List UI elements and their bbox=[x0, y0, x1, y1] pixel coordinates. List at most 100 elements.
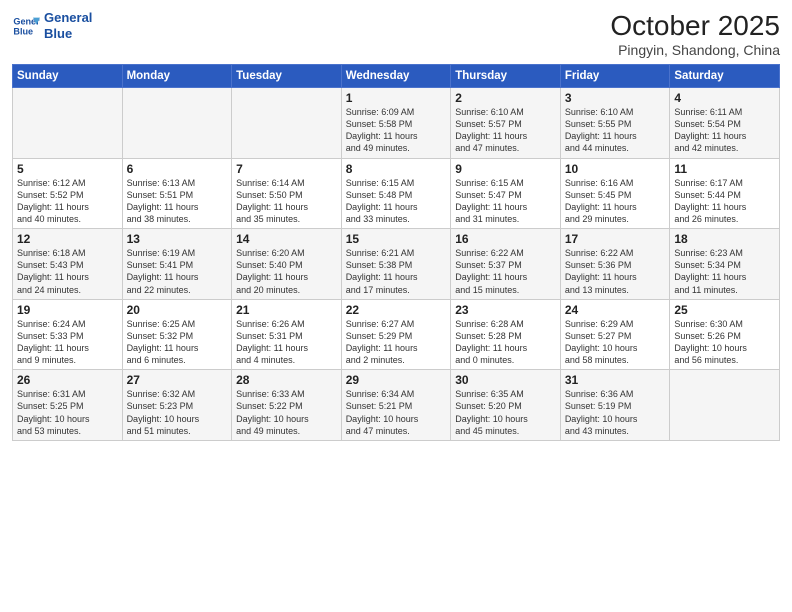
day-info: Sunrise: 6:26 AM Sunset: 5:31 PM Dayligh… bbox=[236, 318, 337, 367]
day-info: Sunrise: 6:30 AM Sunset: 5:26 PM Dayligh… bbox=[674, 318, 775, 367]
calendar-cell: 10Sunrise: 6:16 AM Sunset: 5:45 PM Dayli… bbox=[560, 158, 670, 229]
calendar-cell: 15Sunrise: 6:21 AM Sunset: 5:38 PM Dayli… bbox=[341, 229, 451, 300]
day-number: 25 bbox=[674, 303, 775, 317]
day-info: Sunrise: 6:35 AM Sunset: 5:20 PM Dayligh… bbox=[455, 388, 556, 437]
day-info: Sunrise: 6:22 AM Sunset: 5:37 PM Dayligh… bbox=[455, 247, 556, 296]
day-number: 19 bbox=[17, 303, 118, 317]
day-info: Sunrise: 6:32 AM Sunset: 5:23 PM Dayligh… bbox=[127, 388, 228, 437]
logo-text-blue: Blue bbox=[44, 26, 92, 42]
day-number: 9 bbox=[455, 162, 556, 176]
weekday-header-monday: Monday bbox=[122, 65, 232, 88]
day-number: 29 bbox=[346, 373, 447, 387]
day-info: Sunrise: 6:15 AM Sunset: 5:47 PM Dayligh… bbox=[455, 177, 556, 226]
calendar-cell: 5Sunrise: 6:12 AM Sunset: 5:52 PM Daylig… bbox=[13, 158, 123, 229]
day-info: Sunrise: 6:31 AM Sunset: 5:25 PM Dayligh… bbox=[17, 388, 118, 437]
day-number: 13 bbox=[127, 232, 228, 246]
logo-icon: General Blue bbox=[12, 12, 40, 40]
day-info: Sunrise: 6:09 AM Sunset: 5:58 PM Dayligh… bbox=[346, 106, 447, 155]
calendar-cell: 17Sunrise: 6:22 AM Sunset: 5:36 PM Dayli… bbox=[560, 229, 670, 300]
calendar-cell: 23Sunrise: 6:28 AM Sunset: 5:28 PM Dayli… bbox=[451, 299, 561, 370]
day-info: Sunrise: 6:33 AM Sunset: 5:22 PM Dayligh… bbox=[236, 388, 337, 437]
week-row-2: 5Sunrise: 6:12 AM Sunset: 5:52 PM Daylig… bbox=[13, 158, 780, 229]
calendar-cell: 9Sunrise: 6:15 AM Sunset: 5:47 PM Daylig… bbox=[451, 158, 561, 229]
calendar-cell: 24Sunrise: 6:29 AM Sunset: 5:27 PM Dayli… bbox=[560, 299, 670, 370]
day-number: 18 bbox=[674, 232, 775, 246]
header: General Blue General Blue October 2025 P… bbox=[12, 10, 780, 58]
day-number: 2 bbox=[455, 91, 556, 105]
day-number: 20 bbox=[127, 303, 228, 317]
day-info: Sunrise: 6:19 AM Sunset: 5:41 PM Dayligh… bbox=[127, 247, 228, 296]
day-number: 15 bbox=[346, 232, 447, 246]
svg-text:Blue: Blue bbox=[13, 26, 33, 36]
weekday-header-friday: Friday bbox=[560, 65, 670, 88]
day-info: Sunrise: 6:13 AM Sunset: 5:51 PM Dayligh… bbox=[127, 177, 228, 226]
day-number: 16 bbox=[455, 232, 556, 246]
day-number: 5 bbox=[17, 162, 118, 176]
calendar-cell: 31Sunrise: 6:36 AM Sunset: 5:19 PM Dayli… bbox=[560, 370, 670, 441]
day-number: 28 bbox=[236, 373, 337, 387]
calendar-cell: 19Sunrise: 6:24 AM Sunset: 5:33 PM Dayli… bbox=[13, 299, 123, 370]
day-number: 6 bbox=[127, 162, 228, 176]
day-number: 17 bbox=[565, 232, 666, 246]
week-row-5: 26Sunrise: 6:31 AM Sunset: 5:25 PM Dayli… bbox=[13, 370, 780, 441]
day-info: Sunrise: 6:12 AM Sunset: 5:52 PM Dayligh… bbox=[17, 177, 118, 226]
day-number: 26 bbox=[17, 373, 118, 387]
day-info: Sunrise: 6:25 AM Sunset: 5:32 PM Dayligh… bbox=[127, 318, 228, 367]
calendar-cell: 21Sunrise: 6:26 AM Sunset: 5:31 PM Dayli… bbox=[232, 299, 342, 370]
day-number: 12 bbox=[17, 232, 118, 246]
calendar-cell: 25Sunrise: 6:30 AM Sunset: 5:26 PM Dayli… bbox=[670, 299, 780, 370]
calendar-cell: 30Sunrise: 6:35 AM Sunset: 5:20 PM Dayli… bbox=[451, 370, 561, 441]
day-info: Sunrise: 6:21 AM Sunset: 5:38 PM Dayligh… bbox=[346, 247, 447, 296]
calendar-cell: 18Sunrise: 6:23 AM Sunset: 5:34 PM Dayli… bbox=[670, 229, 780, 300]
day-number: 21 bbox=[236, 303, 337, 317]
title-block: October 2025 Pingyin, Shandong, China bbox=[610, 10, 780, 58]
week-row-1: 1Sunrise: 6:09 AM Sunset: 5:58 PM Daylig… bbox=[13, 88, 780, 159]
day-info: Sunrise: 6:27 AM Sunset: 5:29 PM Dayligh… bbox=[346, 318, 447, 367]
day-info: Sunrise: 6:11 AM Sunset: 5:54 PM Dayligh… bbox=[674, 106, 775, 155]
day-info: Sunrise: 6:34 AM Sunset: 5:21 PM Dayligh… bbox=[346, 388, 447, 437]
day-info: Sunrise: 6:16 AM Sunset: 5:45 PM Dayligh… bbox=[565, 177, 666, 226]
day-number: 23 bbox=[455, 303, 556, 317]
day-number: 31 bbox=[565, 373, 666, 387]
day-info: Sunrise: 6:15 AM Sunset: 5:48 PM Dayligh… bbox=[346, 177, 447, 226]
calendar-cell: 2Sunrise: 6:10 AM Sunset: 5:57 PM Daylig… bbox=[451, 88, 561, 159]
weekday-header-sunday: Sunday bbox=[13, 65, 123, 88]
day-number: 4 bbox=[674, 91, 775, 105]
day-info: Sunrise: 6:20 AM Sunset: 5:40 PM Dayligh… bbox=[236, 247, 337, 296]
day-info: Sunrise: 6:14 AM Sunset: 5:50 PM Dayligh… bbox=[236, 177, 337, 226]
location: Pingyin, Shandong, China bbox=[610, 42, 780, 58]
day-number: 24 bbox=[565, 303, 666, 317]
day-number: 1 bbox=[346, 91, 447, 105]
calendar-cell bbox=[13, 88, 123, 159]
calendar-cell: 1Sunrise: 6:09 AM Sunset: 5:58 PM Daylig… bbox=[341, 88, 451, 159]
calendar-cell: 29Sunrise: 6:34 AM Sunset: 5:21 PM Dayli… bbox=[341, 370, 451, 441]
calendar-cell: 3Sunrise: 6:10 AM Sunset: 5:55 PM Daylig… bbox=[560, 88, 670, 159]
calendar-cell: 22Sunrise: 6:27 AM Sunset: 5:29 PM Dayli… bbox=[341, 299, 451, 370]
day-info: Sunrise: 6:18 AM Sunset: 5:43 PM Dayligh… bbox=[17, 247, 118, 296]
day-info: Sunrise: 6:29 AM Sunset: 5:27 PM Dayligh… bbox=[565, 318, 666, 367]
day-info: Sunrise: 6:24 AM Sunset: 5:33 PM Dayligh… bbox=[17, 318, 118, 367]
week-row-4: 19Sunrise: 6:24 AM Sunset: 5:33 PM Dayli… bbox=[13, 299, 780, 370]
calendar-cell bbox=[232, 88, 342, 159]
weekday-header-thursday: Thursday bbox=[451, 65, 561, 88]
calendar-cell: 13Sunrise: 6:19 AM Sunset: 5:41 PM Dayli… bbox=[122, 229, 232, 300]
day-number: 3 bbox=[565, 91, 666, 105]
day-number: 27 bbox=[127, 373, 228, 387]
calendar: SundayMondayTuesdayWednesdayThursdayFrid… bbox=[12, 64, 780, 441]
weekday-header-wednesday: Wednesday bbox=[341, 65, 451, 88]
day-number: 8 bbox=[346, 162, 447, 176]
day-info: Sunrise: 6:10 AM Sunset: 5:55 PM Dayligh… bbox=[565, 106, 666, 155]
calendar-cell: 16Sunrise: 6:22 AM Sunset: 5:37 PM Dayli… bbox=[451, 229, 561, 300]
weekday-header-saturday: Saturday bbox=[670, 65, 780, 88]
day-info: Sunrise: 6:28 AM Sunset: 5:28 PM Dayligh… bbox=[455, 318, 556, 367]
calendar-cell: 4Sunrise: 6:11 AM Sunset: 5:54 PM Daylig… bbox=[670, 88, 780, 159]
week-row-3: 12Sunrise: 6:18 AM Sunset: 5:43 PM Dayli… bbox=[13, 229, 780, 300]
calendar-cell bbox=[670, 370, 780, 441]
day-number: 22 bbox=[346, 303, 447, 317]
calendar-cell: 14Sunrise: 6:20 AM Sunset: 5:40 PM Dayli… bbox=[232, 229, 342, 300]
page: General Blue General Blue October 2025 P… bbox=[0, 0, 792, 612]
day-info: Sunrise: 6:36 AM Sunset: 5:19 PM Dayligh… bbox=[565, 388, 666, 437]
weekday-header-tuesday: Tuesday bbox=[232, 65, 342, 88]
calendar-cell: 6Sunrise: 6:13 AM Sunset: 5:51 PM Daylig… bbox=[122, 158, 232, 229]
month-title: October 2025 bbox=[610, 10, 780, 42]
